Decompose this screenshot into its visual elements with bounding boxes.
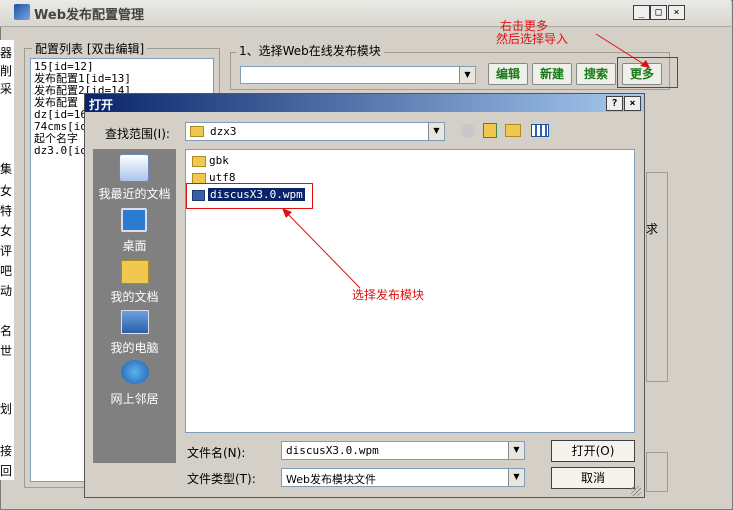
maximize-button[interactable]: □ [650,5,667,20]
recent-documents-icon [119,154,149,182]
app-icon [14,4,30,20]
annotation-middle: 选择发布模块 [352,288,425,302]
filename-value: discusX3.0.wpm [286,444,379,457]
left-fragment: 女 [0,224,13,238]
my-documents-icon [121,260,149,284]
new-folder-icon[interactable] [505,124,521,137]
place-desktop[interactable]: 桌面 [93,237,176,254]
up-folder-icon[interactable] [483,123,497,138]
open-button[interactable]: 打开(O) [551,440,635,462]
new-button[interactable]: 新建 [532,63,572,85]
left-fragment: 世 [0,344,13,358]
left-fragment: 名 [0,324,13,338]
desktop-icon [121,208,147,232]
window-title: Web发布配置管理 [34,8,144,23]
config-manager-titlebar[interactable]: Web发布配置管理 _ □ × [0,0,731,27]
right-partial-group-2 [646,452,668,492]
left-fragment: 划 [0,402,13,416]
cancel-button[interactable]: 取消 [551,467,635,489]
filetype-value: Web发布模块文件 [286,473,376,486]
open-dialog: 打开 ? × 查找范围(I): dzx3 ▼ 我最近的文档 桌面 我的文档 我的… [84,93,645,498]
annotation-top-2: 然后选择导入 [496,32,569,46]
view-menu-icon[interactable] [531,124,549,137]
dialog-title: 打开 [89,98,114,112]
list-item[interactable]: gbk [192,153,229,169]
left-fragment: 评 [0,244,13,258]
arrow-line [595,33,651,69]
folder-icon [192,155,206,167]
edit-button[interactable]: 编辑 [488,63,528,85]
left-fragment: 吧 [0,264,13,278]
right-partial-text: 求 [646,222,659,236]
dialog-titlebar[interactable]: 打开 ? × [85,94,644,112]
place-network[interactable]: 网上邻居 [93,390,176,407]
right-partial-group [646,172,668,382]
module-group-label: 1、选择Web在线发布模块 [236,42,384,59]
left-fragment: 器 [0,46,13,60]
arrow-line [283,209,361,289]
chevron-down-icon[interactable]: ▼ [459,67,475,83]
left-fragment: 集 [0,162,13,176]
network-places-icon [121,360,149,384]
left-fragment: 特 [0,204,13,218]
chevron-down-icon[interactable]: ▼ [508,469,524,486]
left-fragment: 女 [0,184,13,198]
lookin-label: 查找范围(I): [105,127,170,141]
left-fragment: 动 [0,284,13,298]
resize-grip-icon[interactable] [631,486,641,496]
my-computer-icon [121,310,149,334]
close-button[interactable]: × [668,5,685,20]
left-fragment: 回 [0,464,13,478]
back-icon[interactable] [461,124,475,138]
file-name: gbk [209,154,229,167]
place-my-computer[interactable]: 我的电脑 [93,339,176,356]
dialog-close-button[interactable]: × [624,96,641,111]
file-list[interactable]: gbk utf8 discusX3.0.wpm 选择发布模块 [185,149,635,433]
annotation-arrow-middle [282,208,361,289]
place-recent-documents[interactable]: 我最近的文档 [93,185,176,202]
filename-label: 文件名(N): [187,446,246,460]
arrow-head [640,60,650,68]
left-fragment: 采 [0,82,13,96]
filetype-select[interactable]: Web发布模块文件 ▼ [281,468,525,487]
lookin-select[interactable]: dzx3 ▼ [185,122,445,141]
folder-icon [190,126,204,137]
chevron-down-icon[interactable]: ▼ [428,123,444,140]
config-list-label: 配置列表 [双击编辑] [32,40,148,57]
help-button[interactable]: ? [606,96,623,111]
minimize-button[interactable]: _ [633,5,650,20]
folder-icon [192,172,206,184]
left-fragment: 接 [0,444,13,458]
annotation-arrow-top [595,33,651,69]
module-select[interactable]: ▼ [240,66,476,84]
place-my-documents[interactable]: 我的文档 [93,288,176,305]
filetype-label: 文件类型(T): [187,472,256,486]
chevron-down-icon[interactable]: ▼ [508,442,524,459]
filename-field[interactable]: discusX3.0.wpm ▼ [281,441,525,460]
lookin-value: dzx3 [210,125,237,138]
left-fragment: 削 [0,64,13,78]
